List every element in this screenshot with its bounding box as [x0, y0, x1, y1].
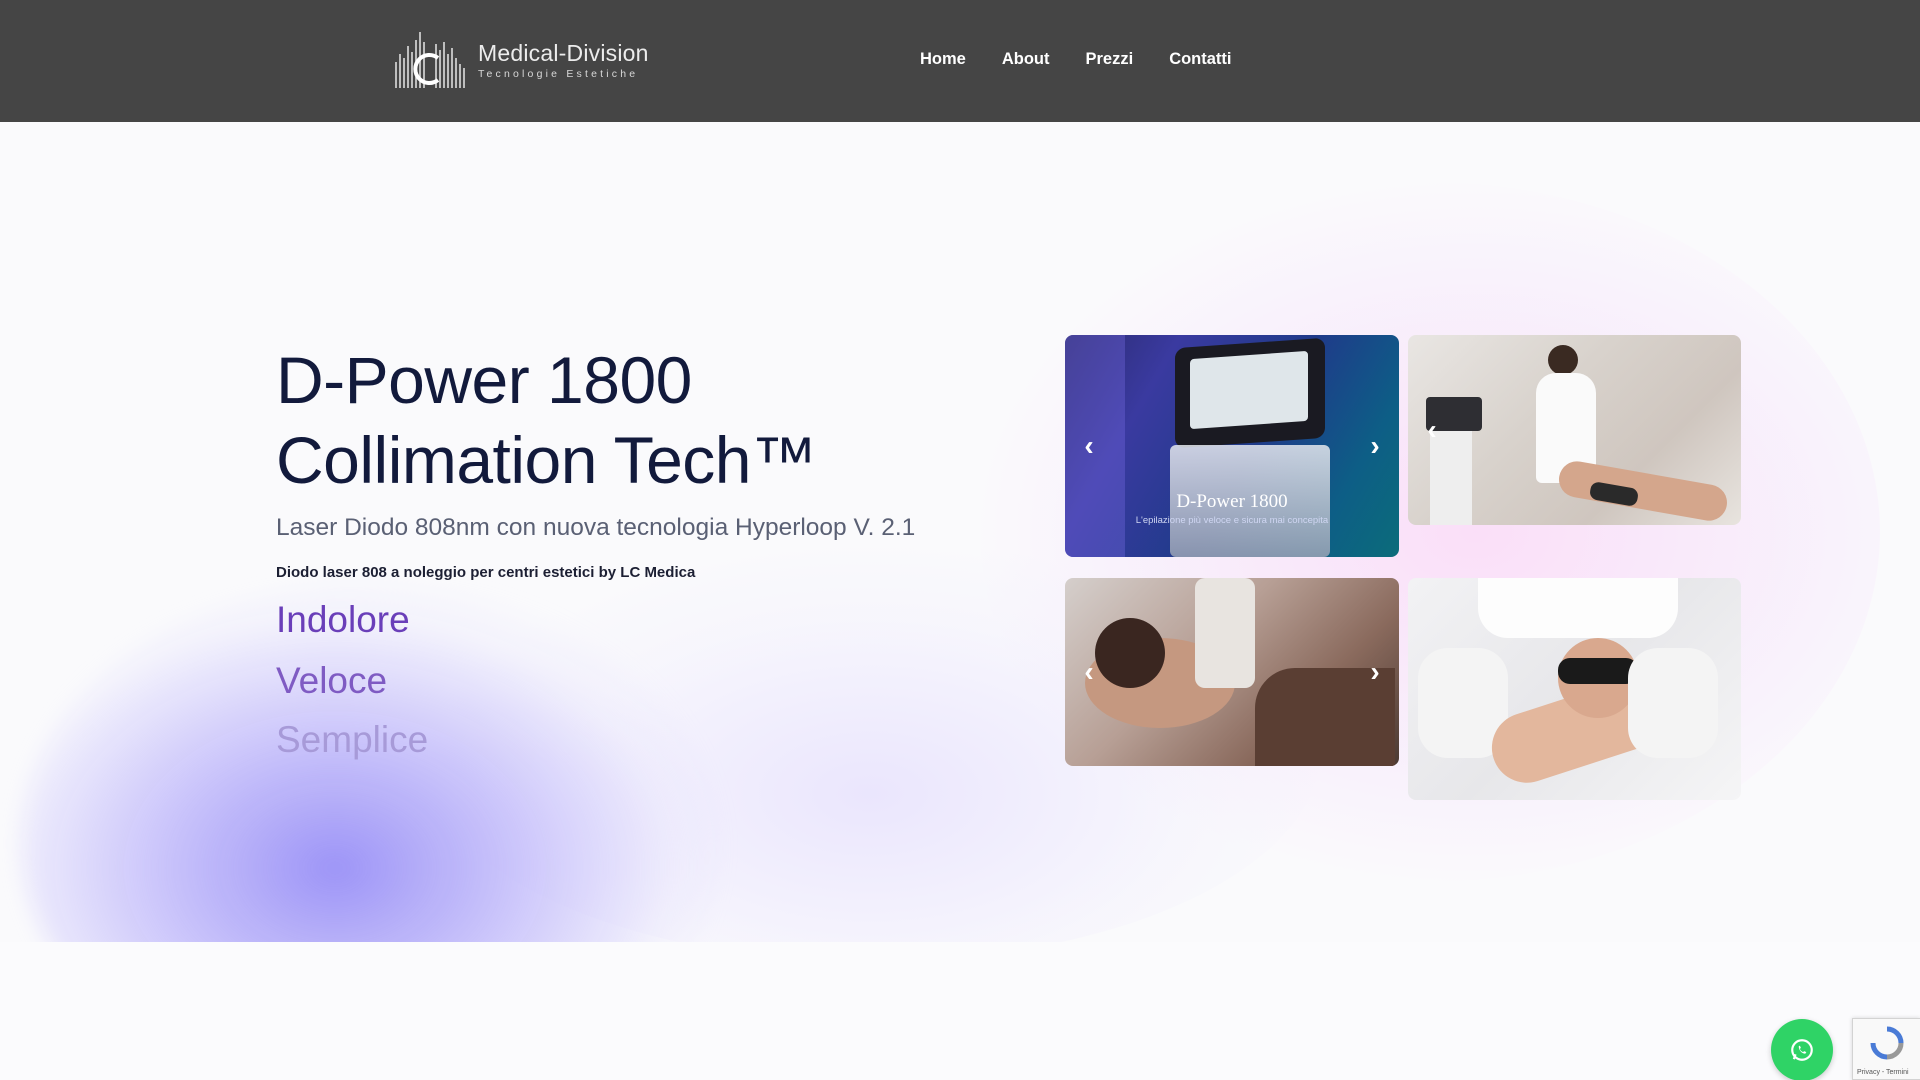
device-screen: [1190, 350, 1308, 430]
laser-handpiece: [1195, 578, 1255, 688]
hero-section: D-Power 1800 Collimation Tech™ Laser Dio…: [0, 122, 1920, 942]
hero-subline: Diodo laser 808 a noleggio per centri es…: [276, 564, 696, 581]
gloved-hand: [1628, 648, 1718, 758]
feature-veloce: Veloce: [276, 660, 388, 701]
nav-contatti[interactable]: Contatti: [1169, 50, 1231, 69]
logo-name: Medical-Division: [478, 40, 649, 66]
logo-tagline: Tecnologie Estetiche: [478, 68, 639, 80]
recaptcha-links[interactable]: Privacy - Termini: [1857, 1069, 1909, 1076]
recaptcha-icon: [1870, 1026, 1904, 1060]
hero-subtitle: Laser Diodo 808nm con nuova tecnologia H…: [276, 514, 916, 541]
protective-goggles: [1558, 658, 1638, 684]
whatsapp-button[interactable]: [1771, 1019, 1833, 1080]
site-header: Medical-Division Tecnologie Estetiche Ho…: [0, 0, 1920, 122]
card-caption-title: D-Power 1800: [1176, 491, 1288, 512]
nav-prezzi[interactable]: Prezzi: [1086, 50, 1134, 69]
feature-semplice: Semplice: [276, 719, 429, 760]
nav-home[interactable]: Home: [920, 50, 966, 69]
whatsapp-icon: [1791, 1039, 1813, 1061]
nav-about[interactable]: About: [1002, 50, 1050, 69]
gallery-card-underarm: ‹ ›: [1065, 578, 1399, 766]
patient-hair: [1095, 618, 1165, 688]
logo-mark-icon: [395, 32, 465, 88]
practitioner-head: [1548, 345, 1578, 375]
hero-title-line1: D-Power 1800: [276, 343, 692, 417]
recaptcha-badge[interactable]: Privacy - Termini: [1852, 1018, 1920, 1080]
patient-body: [1556, 458, 1730, 524]
feature-indolore: Indolore: [276, 599, 410, 640]
chevron-right-icon[interactable]: ›: [1361, 432, 1389, 460]
chevron-left-icon[interactable]: ‹: [1075, 658, 1103, 686]
hero-title-line2: Collimation Tech™: [276, 423, 817, 497]
gallery-card-device: D-Power 1800 L'epilazione più veloce e s…: [1065, 335, 1399, 557]
chevron-left-icon[interactable]: ‹: [1418, 416, 1446, 444]
hero-title: D-Power 1800 Collimation Tech™: [276, 340, 817, 500]
card-caption-subtitle: L'epilazione più veloce e sicura mai con…: [1135, 515, 1329, 526]
chevron-right-icon[interactable]: ›: [1361, 658, 1389, 686]
device-stand: [1430, 431, 1472, 525]
chevron-left-icon[interactable]: ‹: [1075, 432, 1103, 460]
main-nav: Home About Prezzi Contatti: [920, 50, 1232, 69]
gallery-card-goggles: [1408, 578, 1741, 800]
practitioner-coat: [1478, 578, 1678, 638]
gallery-card-treatment: ‹: [1408, 335, 1741, 525]
site-logo[interactable]: Medical-Division Tecnologie Estetiche: [392, 28, 649, 92]
